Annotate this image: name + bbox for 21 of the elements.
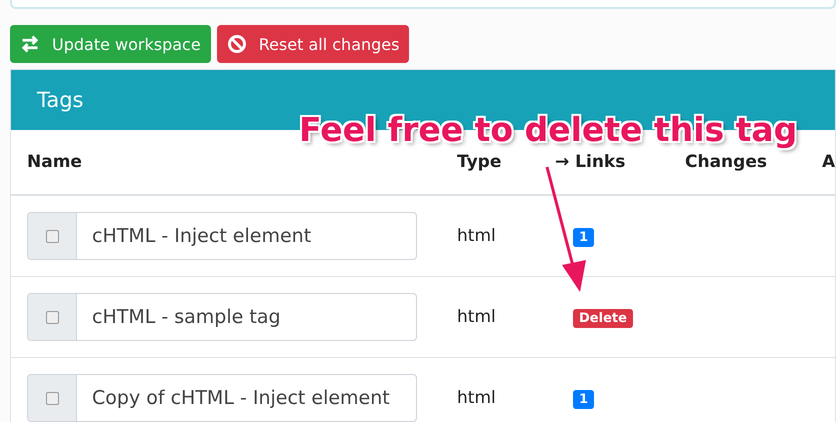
toolbar-button[interactable]: Reset all changes: [216, 25, 410, 63]
type-cell: html: [457, 388, 496, 408]
checkbox[interactable]: [46, 392, 58, 404]
checkbox[interactable]: [46, 230, 58, 242]
column-header: Name: [27, 152, 82, 172]
ban-icon: [226, 34, 247, 54]
name-field[interactable]: cHTML - Inject element: [27, 212, 417, 260]
swap-arrows-icon: [20, 34, 40, 54]
column-header: → Links: [555, 152, 626, 172]
card-title: Tags: [37, 88, 84, 112]
column-header: A: [822, 152, 836, 172]
checkbox[interactable]: [46, 310, 58, 324]
type-cell: html: [457, 307, 496, 327]
links-badge: 1: [573, 390, 594, 408]
links-badge[interactable]: Delete: [573, 308, 633, 328]
links-badge: 1: [573, 228, 594, 246]
name-field[interactable]: Copy of cHTML - Inject element: [27, 374, 417, 422]
type-cell: html: [457, 226, 496, 246]
name-field[interactable]: cHTML - sample tag: [27, 293, 417, 341]
column-header: Changes: [685, 152, 767, 172]
column-header: Type: [457, 152, 502, 172]
